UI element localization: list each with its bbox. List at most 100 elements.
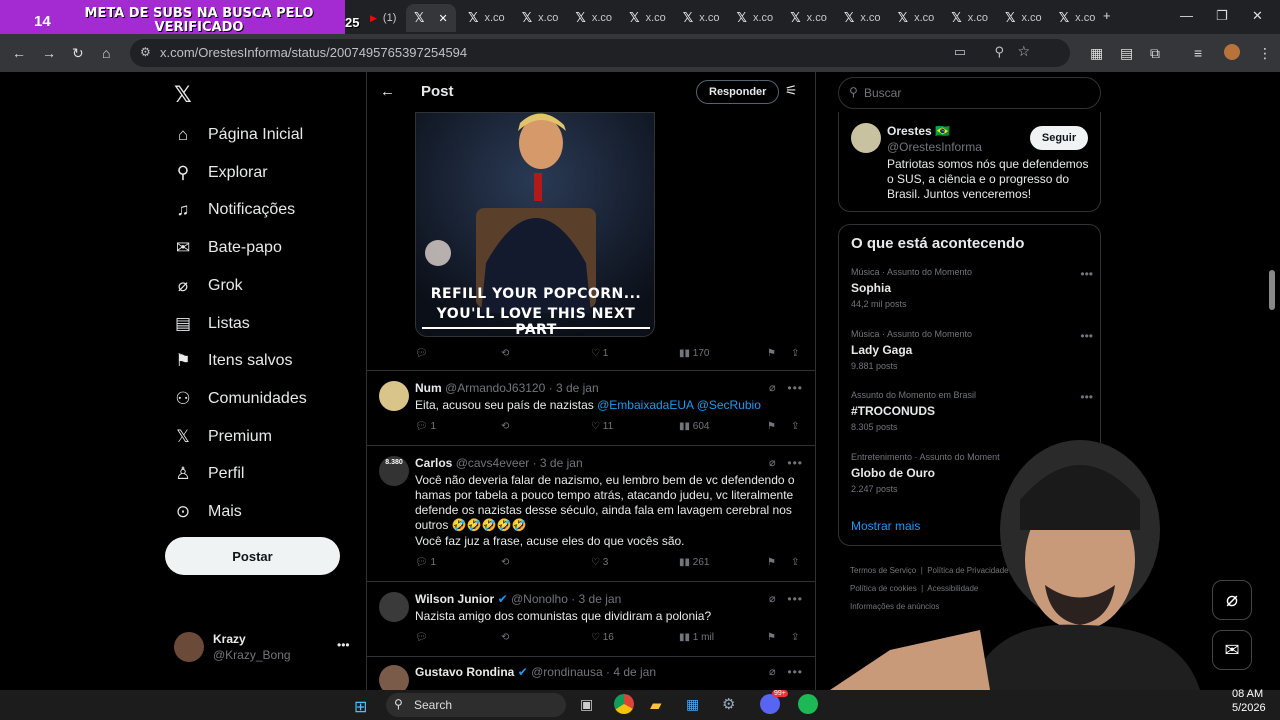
taskbar-search[interactable]: ⚲ Search [386, 693, 566, 717]
bookmark-star-icon[interactable]: ☆ [1017, 43, 1030, 60]
bookmark-icon[interactable]: ⚑ [767, 421, 776, 432]
media-icon[interactable]: ≡ [1194, 45, 1202, 61]
extension-icon[interactable]: ▤ [1120, 45, 1133, 62]
browser-tab[interactable]: 𝕏x.co [1051, 4, 1103, 32]
share-icon[interactable]: ⇪ [791, 421, 799, 432]
trend-item[interactable]: Música · Assunto do Momento Lady Gaga 9.88… [851, 329, 1093, 383]
bookmark-icon[interactable]: ⚑ [767, 632, 776, 643]
reply-icon[interactable]: 💬︎ [415, 632, 428, 643]
author-name[interactable]: Carlos [415, 456, 452, 470]
site-info-icon[interactable]: ⚙ [140, 45, 151, 59]
post-image[interactable]: REFILL YOUR POPCORN... YOU'LL LOVE THIS … [415, 112, 655, 337]
discord-icon[interactable] [760, 694, 780, 714]
reply-icon[interactable]: 💬︎ [415, 348, 428, 359]
author-name[interactable]: Num [415, 381, 442, 395]
home-icon[interactable]: ⌂ [102, 45, 110, 61]
sidebar-item-comunidades[interactable]: ⚇ Comunidades [174, 386, 306, 412]
steam-icon[interactable]: ⚙ [722, 695, 735, 713]
reply-tweet[interactable]: Wilson Junior ✔ @Nonolho · 3 de jan ⌀ ••… [367, 581, 815, 655]
account-menu-icon[interactable]: ••• [337, 638, 350, 652]
profile-card[interactable]: Orestes 🇧🇷 @OrestesInforma Seguir Patrio… [838, 112, 1101, 212]
more-icon[interactable]: ••• [1080, 267, 1093, 281]
grok-icon[interactable]: ⌀ [769, 592, 776, 605]
views-icon[interactable]: ▮▮ 604 [679, 421, 709, 432]
address-bar[interactable]: ⚙ x.com/OrestesInforma/status/2007495765… [130, 39, 1070, 67]
scrollbar-thumb[interactable] [1269, 270, 1275, 310]
more-icon[interactable]: ••• [787, 592, 803, 606]
browser-tab[interactable]: 𝕏x.co [997, 4, 1049, 32]
bookmark-icon[interactable]: ⚑ [767, 557, 776, 568]
reply-button[interactable]: Responder [696, 80, 780, 104]
author-handle[interactable]: @Nonolho [511, 592, 568, 606]
share-icon[interactable]: ⇪ [791, 557, 799, 568]
more-icon[interactable]: ••• [787, 381, 803, 395]
author-name[interactable]: Gustavo Rondina [415, 665, 514, 679]
more-icon[interactable]: ••• [787, 456, 803, 470]
reply-icon[interactable]: 💬︎ 1 [415, 557, 436, 568]
grok-icon[interactable]: ⌀ [769, 456, 776, 469]
new-tab-icon[interactable]: + [1103, 8, 1111, 23]
reload-icon[interactable]: ↻ [72, 45, 84, 62]
browser-tab[interactable]: 𝕏x.co [890, 4, 942, 32]
author-handle[interactable]: @ArmandoJ63120 [445, 381, 545, 395]
puzzle-icon[interactable]: ⧉ [1150, 45, 1160, 62]
file-explorer-icon[interactable]: ▰ [650, 696, 662, 714]
sidebar-item-explorar[interactable]: ⚲ Explorar [174, 160, 268, 186]
avatar[interactable] [851, 123, 881, 153]
sidebar-item-bate-papo[interactable]: ✉ Bate-papo [174, 235, 282, 261]
chrome-icon[interactable] [614, 694, 634, 714]
sidebar-item-itens-salvos[interactable]: ⚑ Itens salvos [174, 348, 292, 374]
minimize-icon[interactable]: — [1180, 8, 1193, 23]
close-tab-icon[interactable]: ✕ [438, 12, 447, 25]
like-icon[interactable]: ♡ 1 [591, 348, 608, 359]
author-name[interactable]: Wilson Junior [415, 592, 494, 606]
reply-tweet[interactable]: 8.380 Carlos @cavs4eveer · 3 de jan ⌀ ••… [367, 445, 815, 580]
reply-icon[interactable]: 💬︎ 1 [415, 421, 436, 432]
mention-links[interactable]: @EmbaixadaEUA @SecRubio [597, 398, 761, 412]
sidebar-item-listas[interactable]: ▤ Listas [174, 311, 250, 337]
more-icon[interactable]: ••• [787, 665, 803, 679]
tweet-date[interactable]: · 3 de jan [571, 592, 621, 606]
grok-floating-icon[interactable]: ⌀ [1212, 580, 1252, 620]
task-view-icon[interactable]: ▣ [580, 696, 593, 713]
like-icon[interactable]: ♡ 11 [591, 421, 613, 432]
sidebar-item-p-gina-inicial[interactable]: ⌂ Página Inicial [174, 122, 303, 148]
menu-icon[interactable]: ⋮ [1258, 45, 1272, 62]
repost-icon[interactable]: ⟲ [501, 421, 509, 432]
back-icon[interactable]: ← [12, 45, 26, 61]
browser-tab[interactable]: 𝕏x.co [782, 4, 834, 32]
views-icon[interactable]: ▮▮ 261 [679, 557, 709, 568]
browser-tab[interactable]: 𝕏x.co [943, 4, 995, 32]
author-handle[interactable]: @rondinausa [531, 665, 603, 679]
avatar[interactable] [174, 632, 204, 662]
like-icon[interactable]: ♡ 16 [591, 632, 614, 643]
tweet-date[interactable]: · 4 de jan [606, 665, 656, 679]
avatar[interactable] [379, 592, 409, 622]
repost-icon[interactable]: ⟲ [501, 557, 509, 568]
avatar[interactable] [379, 381, 409, 411]
search-box[interactable]: ⚲ Buscar [838, 77, 1101, 109]
browser-tab[interactable]: 𝕏x.co [460, 4, 512, 32]
close-window-icon[interactable]: ✕ [1252, 8, 1263, 24]
back-arrow-icon[interactable]: ← [380, 83, 395, 100]
extension-icon[interactable]: ▦ [1090, 45, 1103, 62]
sidebar-item-premium[interactable]: 𝕏 Premium [174, 424, 272, 450]
sidebar-item-grok[interactable]: ⌀ Grok [174, 273, 243, 299]
share-icon[interactable]: ⇪ [791, 632, 799, 643]
browser-tab[interactable]: ▶ (1) [362, 4, 404, 32]
views-icon[interactable]: ▮▮ 170 [679, 348, 709, 359]
profile-handle[interactable]: @OrestesInforma [887, 140, 982, 154]
spotify-icon[interactable] [798, 694, 818, 714]
like-icon[interactable]: ♡ 3 [591, 557, 608, 568]
reply-tweet[interactable]: Num @ArmandoJ63120 · 3 de jan ⌀ ••• Eita… [367, 370, 815, 444]
grok-icon[interactable]: ⌀ [769, 381, 776, 394]
avatar[interactable]: 8.380 [379, 456, 409, 486]
x-logo-icon[interactable]: 𝕏 [174, 82, 192, 108]
browser-tab[interactable]: 𝕏x.co [567, 4, 619, 32]
cast-icon[interactable]: ▭ [954, 44, 966, 60]
profile-avatar[interactable] [1224, 44, 1240, 60]
author-handle[interactable]: @cavs4eveer [456, 456, 530, 470]
browser-tab[interactable]: 𝕏x.co [729, 4, 781, 32]
tweet-date[interactable]: · 3 de jan [533, 456, 583, 470]
store-icon[interactable]: ▦ [686, 696, 699, 713]
